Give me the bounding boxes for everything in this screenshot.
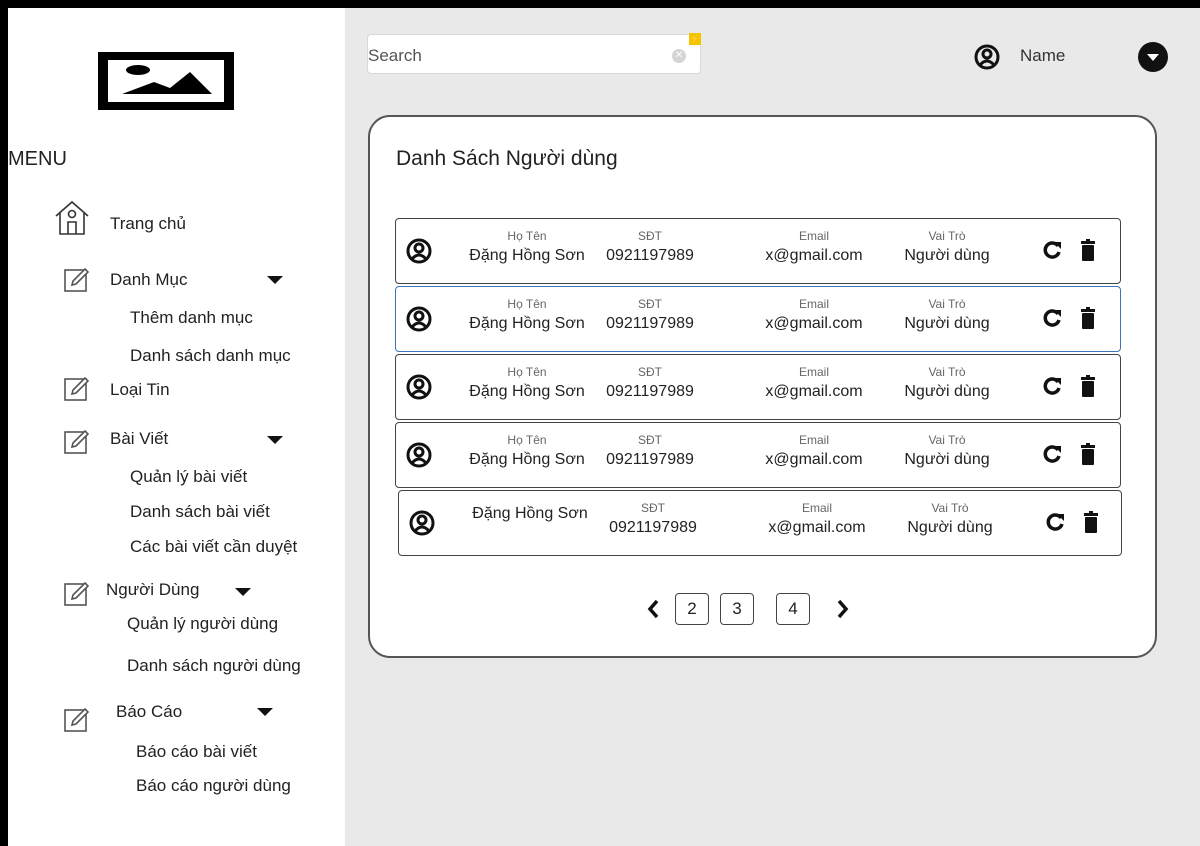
- chevron-right-icon[interactable]: [836, 598, 850, 625]
- user-avatar-icon: [406, 442, 432, 473]
- chevron-down-icon[interactable]: [235, 588, 251, 596]
- table-row[interactable]: Họ Tên Đặng Hồng Sơn SĐT 0921197989 Email x@g…: [395, 422, 1121, 488]
- table-row[interactable]: Đặng Hồng Sơn SĐT 0921197989 Email x@gmail.c…: [398, 490, 1122, 556]
- page-title: Danh Sách Người dùng: [396, 147, 618, 170]
- cell-value: 0921197989: [606, 315, 694, 332]
- user-avatar-icon: [406, 238, 432, 269]
- home-icon: [52, 198, 92, 243]
- sidebar-subitem-add-category[interactable]: Thêm danh mục: [130, 308, 253, 328]
- table-row[interactable]: Họ Tên Đặng Hồng Sơn SĐT 0921197989 Email x@g…: [395, 286, 1121, 352]
- cell-value: 0921197989: [606, 451, 694, 468]
- edit-icon: [63, 580, 91, 613]
- role-cell: Vai Trò Người dùng: [867, 297, 1027, 334]
- phone-cell: SĐT 0921197989: [570, 365, 730, 402]
- column-label: SĐT: [638, 433, 662, 447]
- page-button[interactable]: 2: [675, 593, 709, 625]
- sidebar-item-home[interactable]: Trang chủ: [110, 214, 186, 234]
- sidebar-item-news-type[interactable]: Loại Tin: [110, 380, 170, 400]
- sidebar-subitem-manage-posts[interactable]: Quản lý bài viết: [130, 467, 247, 487]
- role-cell: Vai Trò Người dùng: [867, 229, 1027, 266]
- user-name[interactable]: Name: [1020, 46, 1065, 66]
- cell-value: 0921197989: [606, 383, 694, 400]
- table-row[interactable]: Họ Tên Đặng Hồng Sơn SĐT 0921197989 Email x@g…: [395, 354, 1121, 420]
- column-label: Vai Trò: [928, 433, 966, 447]
- sidebar-item-reports[interactable]: Báo Cáo: [116, 702, 182, 722]
- sidebar-subitem-pending-posts[interactable]: Các bài viết cần duyệt: [130, 537, 297, 557]
- clear-icon[interactable]: ✕: [672, 49, 686, 63]
- sidebar-subitem-user-list[interactable]: Danh sách người dùng: [127, 656, 301, 676]
- cell-value: Người dùng: [904, 383, 990, 400]
- delete-icon[interactable]: [1080, 443, 1096, 470]
- flash-icon: ⚡: [689, 33, 701, 45]
- user-list-panel: Danh Sách Người dùng Họ Tên Đặng Hồng Sơn…: [368, 115, 1157, 658]
- cell-value: Người dùng: [904, 315, 990, 332]
- phone-cell: SĐT 0921197989: [570, 297, 730, 334]
- table-row[interactable]: Họ Tên Đặng Hồng Sơn SĐT 0921197989 Email x@g…: [395, 218, 1121, 284]
- role-cell: Vai Trò Người dùng: [867, 433, 1027, 470]
- column-label: Vai Trò: [931, 501, 969, 515]
- search-input[interactable]: Search ✕ ⚡: [367, 33, 701, 74]
- column-label: SĐT: [638, 365, 662, 379]
- logo: [98, 52, 234, 110]
- chevron-down-icon[interactable]: [267, 436, 283, 444]
- sidebar: MENU Trang chủ Danh Mục Thêm danh mục Da…: [8, 8, 345, 846]
- edit-icon: [63, 375, 91, 408]
- sidebar-subitem-user-reports[interactable]: Báo cáo người dùng: [136, 776, 291, 796]
- delete-icon[interactable]: [1080, 307, 1096, 334]
- sidebar-item-users[interactable]: Người Dùng: [106, 580, 199, 600]
- column-label: SĐT: [638, 297, 662, 311]
- user-avatar-icon: [406, 374, 432, 405]
- column-label: Vai Trò: [928, 229, 966, 243]
- cell-value: 0921197989: [606, 247, 694, 264]
- sidebar-subitem-manage-users[interactable]: Quản lý người dùng: [127, 614, 278, 634]
- cell-value: Người dùng: [904, 247, 990, 264]
- edit-icon: [63, 428, 91, 461]
- edit-icon: [63, 706, 91, 739]
- cell-value: 0921197989: [609, 519, 697, 536]
- user-avatar-icon[interactable]: [974, 44, 1000, 75]
- column-label: SĐT: [641, 501, 665, 515]
- sidebar-subitem-post-reports[interactable]: Báo cáo bài viết: [136, 742, 257, 762]
- page-button[interactable]: 3: [720, 593, 754, 625]
- search-placeholder: Search: [368, 46, 422, 65]
- user-avatar-icon: [406, 306, 432, 337]
- phone-cell: SĐT 0921197989: [570, 433, 730, 470]
- refresh-icon[interactable]: [1045, 512, 1065, 537]
- sidebar-subitem-category-list[interactable]: Danh sách danh mục: [130, 346, 291, 366]
- chevron-down-icon[interactable]: [267, 276, 283, 284]
- page-button[interactable]: 4: [776, 593, 810, 625]
- refresh-icon[interactable]: [1042, 308, 1062, 333]
- refresh-icon[interactable]: [1042, 376, 1062, 401]
- delete-icon[interactable]: [1080, 239, 1096, 266]
- chevron-left-icon[interactable]: [646, 598, 660, 625]
- column-label: Vai Trò: [928, 365, 966, 379]
- chevron-down-icon[interactable]: [257, 708, 273, 716]
- delete-icon[interactable]: [1080, 375, 1096, 402]
- image-placeholder-icon: [108, 60, 224, 102]
- cell-value: Người dùng: [904, 451, 990, 468]
- role-cell: Vai Trò Người dùng: [867, 365, 1027, 402]
- role-cell: Vai Trò Người dùng: [870, 501, 1030, 538]
- sidebar-item-categories[interactable]: Danh Mục: [110, 270, 187, 290]
- phone-cell: SĐT 0921197989: [570, 229, 730, 266]
- user-menu-dropdown-icon[interactable]: [1138, 42, 1168, 77]
- cell-value: Người dùng: [907, 519, 993, 536]
- column-label: SĐT: [638, 229, 662, 243]
- refresh-icon[interactable]: [1042, 444, 1062, 469]
- sidebar-subitem-post-list[interactable]: Danh sách bài viết: [130, 502, 270, 522]
- sidebar-item-posts[interactable]: Bài Viết: [110, 429, 168, 449]
- edit-icon: [63, 266, 91, 299]
- menu-title: MENU: [8, 148, 67, 170]
- refresh-icon[interactable]: [1042, 240, 1062, 265]
- phone-cell: SĐT 0921197989: [573, 501, 733, 538]
- column-label: Vai Trò: [928, 297, 966, 311]
- app-window: MENU Trang chủ Danh Mục Thêm danh mục Da…: [8, 8, 1200, 846]
- user-avatar-icon: [409, 510, 435, 541]
- delete-icon[interactable]: [1083, 511, 1099, 538]
